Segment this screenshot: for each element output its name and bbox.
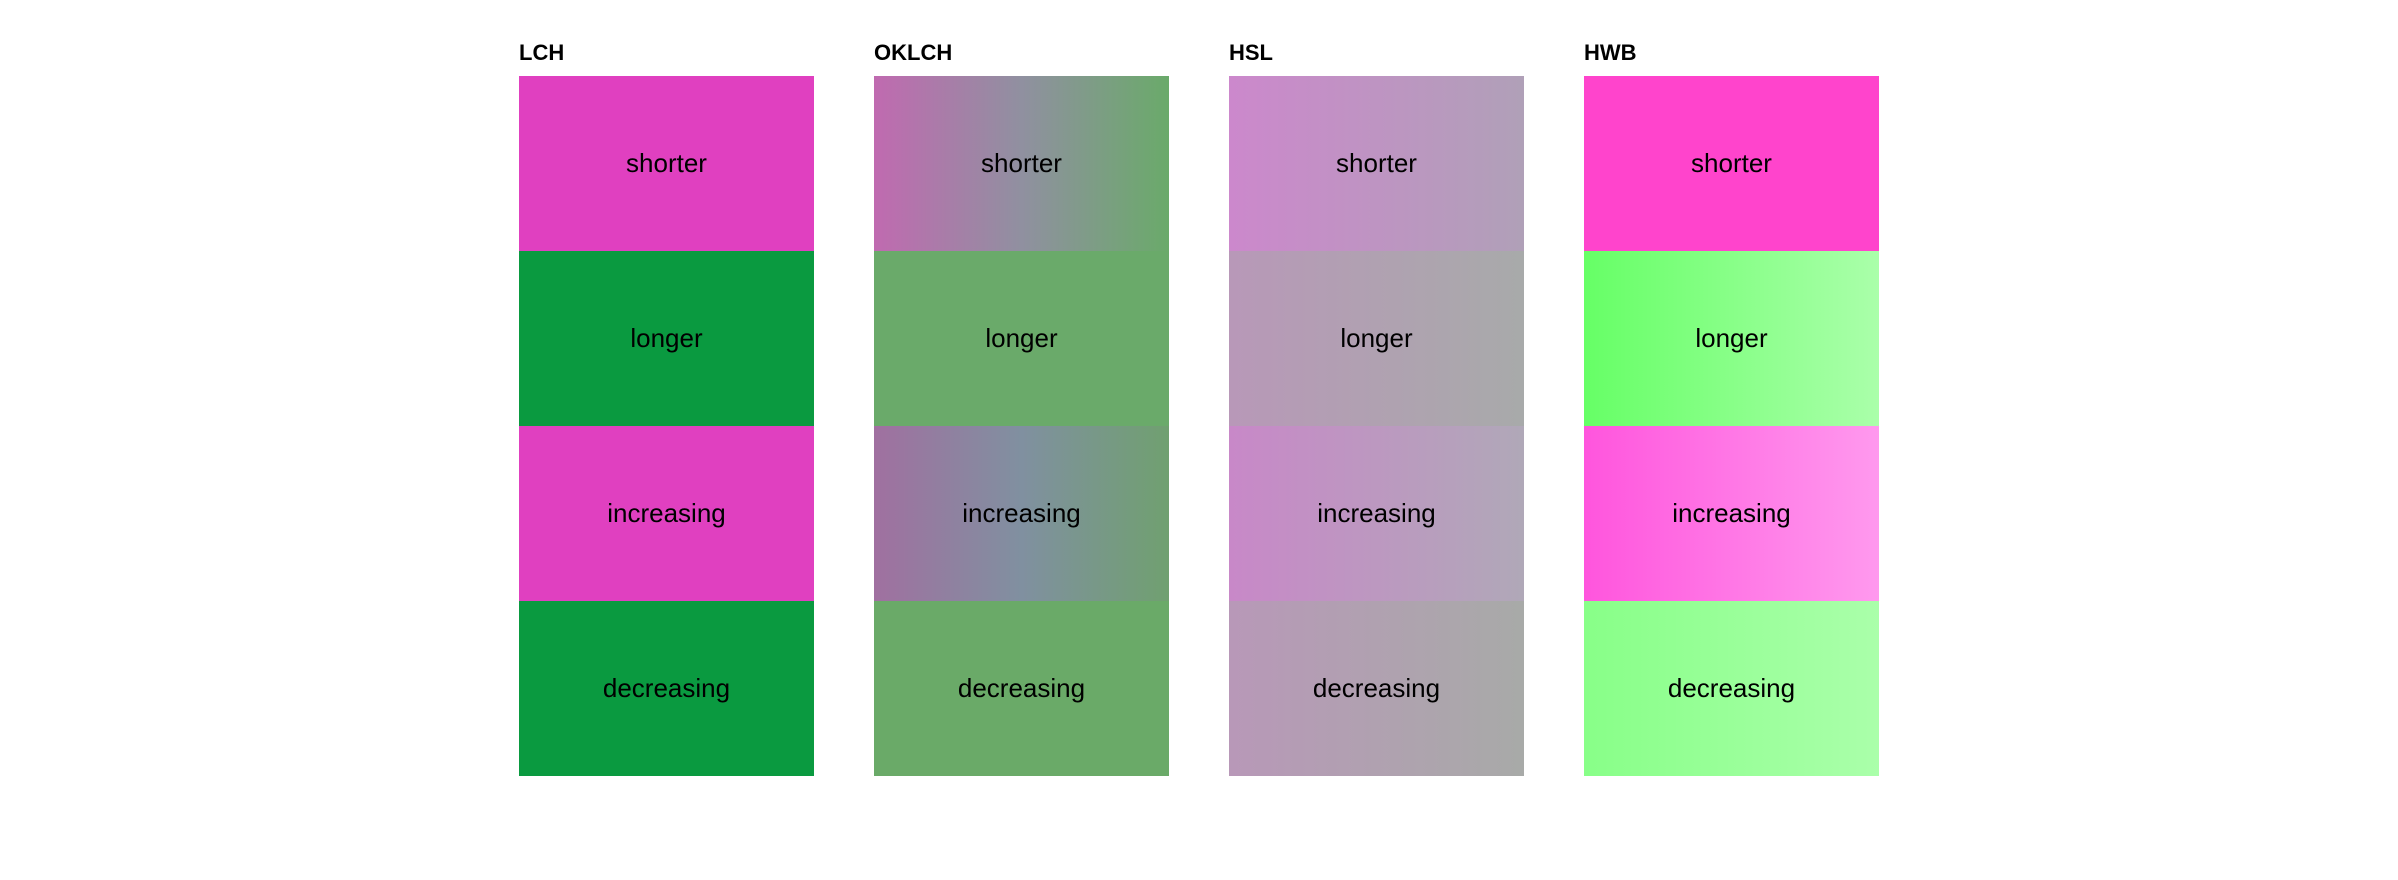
- cell-hwb-longer: longer: [1584, 251, 1879, 426]
- color-grid-oklch: shorter longer increasing decreasing: [874, 76, 1169, 776]
- page-container: LCHshorterlongerincreasingdecreasingOKLC…: [519, 40, 1879, 776]
- cell-lch-increasing: increasing: [519, 426, 814, 601]
- cell-oklch-longer: longer: [874, 251, 1169, 426]
- cell-label-oklch-shorter: shorter: [981, 148, 1062, 179]
- group-title-hsl: HSL: [1229, 40, 1273, 66]
- cell-label-lch-decreasing: decreasing: [603, 673, 730, 704]
- color-grid-hwb: shorter longer increasing decreasing: [1584, 76, 1879, 776]
- group-title-hwb: HWB: [1584, 40, 1637, 66]
- cell-oklch-increasing: increasing: [874, 426, 1169, 601]
- group-hwb: HWB shorter longer increasing decreasing: [1584, 40, 1879, 776]
- cell-hwb-shorter: shorter: [1584, 76, 1879, 251]
- group-lch: LCH shorter longer increasing decreasing: [519, 40, 814, 776]
- cell-hsl-shorter: shorter: [1229, 76, 1524, 251]
- cell-oklch-shorter: shorter: [874, 76, 1169, 251]
- cell-label-hsl-shorter: shorter: [1336, 148, 1417, 179]
- cell-label-hsl-increasing: increasing: [1317, 498, 1436, 529]
- group-hsl: HSL shorter longer increasing decreasing: [1229, 40, 1524, 776]
- cell-label-oklch-longer: longer: [985, 323, 1057, 354]
- cell-label-lch-shorter: shorter: [626, 148, 707, 179]
- cell-label-hwb-increasing: increasing: [1672, 498, 1791, 529]
- cell-hsl-increasing: increasing: [1229, 426, 1524, 601]
- cell-label-hwb-decreasing: decreasing: [1668, 673, 1795, 704]
- cell-label-hsl-decreasing: decreasing: [1313, 673, 1440, 704]
- cell-hwb-decreasing: decreasing: [1584, 601, 1879, 776]
- color-grid-lch: shorter longer increasing decreasing: [519, 76, 814, 776]
- cell-label-lch-longer: longer: [630, 323, 702, 354]
- group-title-lch: LCH: [519, 40, 564, 66]
- cell-label-lch-increasing: increasing: [607, 498, 726, 529]
- cell-hsl-longer: longer: [1229, 251, 1524, 426]
- cell-label-hsl-longer: longer: [1340, 323, 1412, 354]
- group-title-oklch: OKLCH: [874, 40, 952, 66]
- cell-oklch-decreasing: decreasing: [874, 601, 1169, 776]
- cell-hsl-decreasing: decreasing: [1229, 601, 1524, 776]
- cell-lch-shorter: shorter: [519, 76, 814, 251]
- group-oklch: OKLCH shorter longer increasing decreasing: [874, 40, 1169, 776]
- cell-lch-decreasing: decreasing: [519, 601, 814, 776]
- cell-lch-longer: longer: [519, 251, 814, 426]
- cell-hwb-increasing: increasing: [1584, 426, 1879, 601]
- cell-label-oklch-decreasing: decreasing: [958, 673, 1085, 704]
- cell-label-hwb-longer: longer: [1695, 323, 1767, 354]
- cell-label-oklch-increasing: increasing: [962, 498, 1081, 529]
- color-grid-hsl: shorter longer increasing decreasing: [1229, 76, 1524, 776]
- cell-label-hwb-shorter: shorter: [1691, 148, 1772, 179]
